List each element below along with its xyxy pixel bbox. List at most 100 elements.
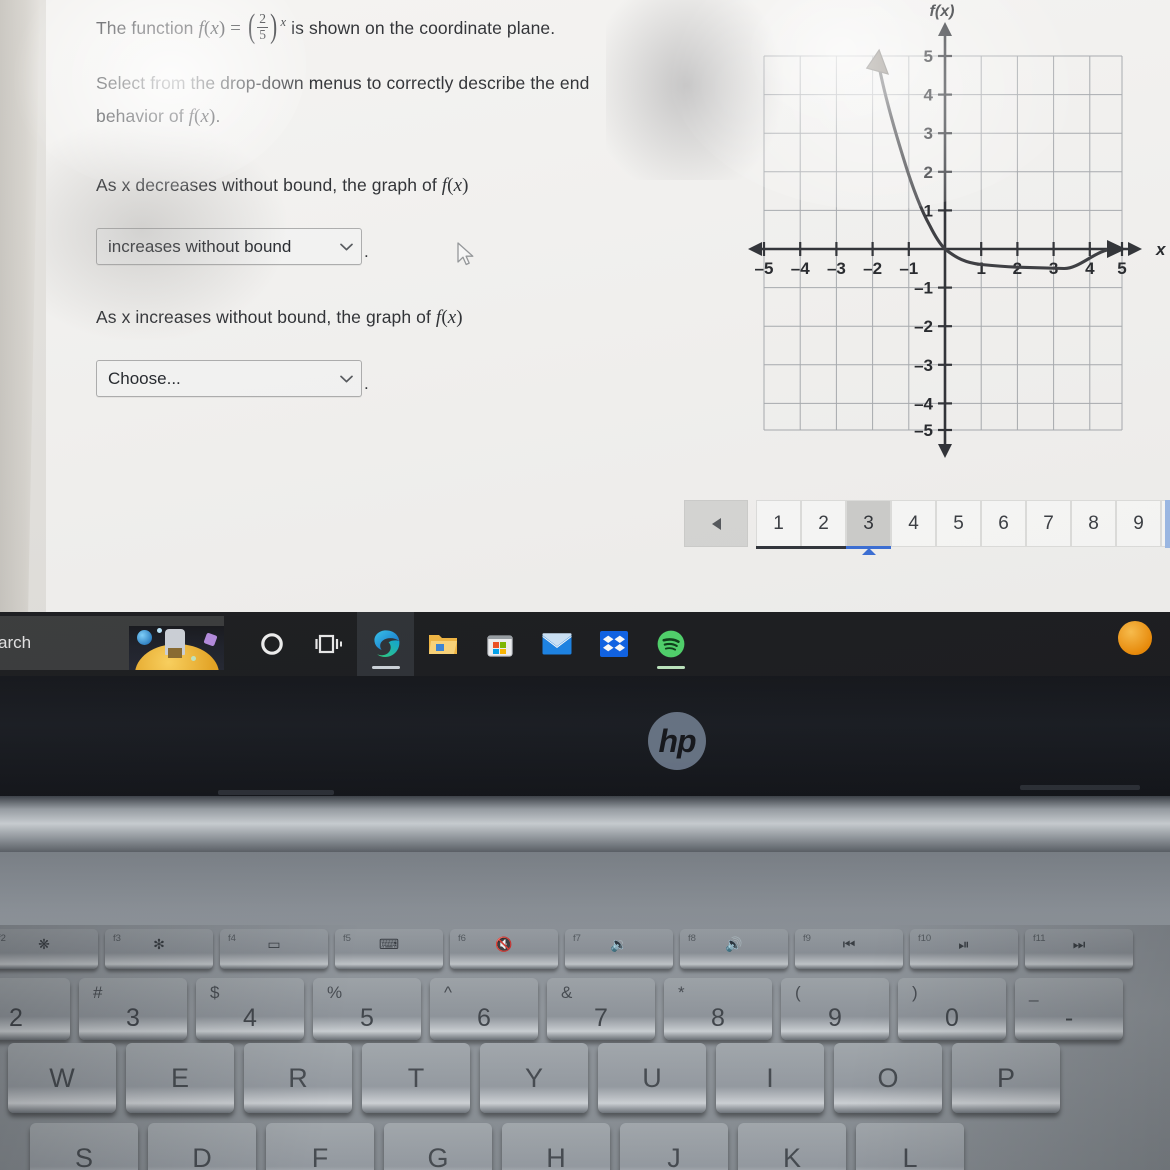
left-paren: (	[247, 8, 256, 45]
microsoft-store-icon	[486, 635, 513, 657]
pagination-page-3[interactable]: 3	[846, 500, 891, 555]
key-h[interactable]: H	[502, 1123, 610, 1170]
x-tick-label: –5	[755, 259, 774, 278]
taskbar-item-microsoft-store[interactable]	[471, 612, 528, 676]
pagination-page-2[interactable]: 2	[801, 500, 846, 549]
key-0[interactable]: ) 0	[898, 978, 1006, 1040]
function-curve	[877, 63, 1116, 271]
taskbar-item-task-view[interactable]	[300, 612, 357, 676]
y-tick-labels: 5 4 3 2 1 –1 –2 –3 –4 –5	[914, 47, 933, 440]
amber-circle-icon[interactable]	[1118, 621, 1152, 655]
dropdown-end-behavior-right[interactable]: Choose...	[96, 360, 362, 397]
key-7[interactable]: & 7	[547, 978, 655, 1040]
pagination-page-label: 9	[1133, 512, 1144, 534]
lunar-lander-icon	[165, 629, 185, 658]
pagination-page-9[interactable]: 9	[1116, 500, 1161, 547]
laptop-screen: The function f(x) = (2 5) x is shown on th…	[0, 0, 1170, 628]
key-6[interactable]: ^ 6	[430, 978, 538, 1040]
key-f11-label: f11	[1033, 933, 1046, 944]
dropdown-end-behavior-left[interactable]: increases without bound	[96, 228, 362, 265]
key-f4-glyph: ▭	[267, 936, 281, 952]
pagination-page-label: 7	[1043, 512, 1054, 534]
key-g[interactable]: G	[384, 1123, 492, 1170]
prompt-2: As x increases without bound, the graph …	[96, 301, 716, 334]
star-icon-2	[157, 628, 162, 633]
key-j[interactable]: J	[620, 1123, 728, 1170]
taskbar-item-edge[interactable]	[357, 612, 414, 676]
key-f3-glyph: ✻	[153, 936, 165, 952]
key-w[interactable]: W	[8, 1043, 116, 1113]
key-e[interactable]: E	[126, 1043, 234, 1113]
taskbar-item-cortana[interactable]	[243, 612, 300, 676]
key-y[interactable]: Y	[480, 1043, 588, 1113]
key-f11[interactable]: f11 ⏭	[1025, 929, 1133, 969]
key-p[interactable]: P	[952, 1043, 1060, 1113]
curve-arrow-right	[1107, 240, 1126, 258]
key-f[interactable]: F	[266, 1123, 374, 1170]
pagination-page-1[interactable]: 1	[756, 500, 801, 549]
key-0-sup: )	[912, 983, 918, 1002]
key-9[interactable]: ( 9	[781, 978, 889, 1040]
key-8[interactable]: * 8	[664, 978, 772, 1040]
key-f4[interactable]: f4 ▭	[220, 929, 328, 969]
equals-sign: =	[225, 18, 246, 39]
key-w-label: W	[49, 1062, 75, 1093]
taskbar-item-spotify[interactable]	[642, 612, 699, 676]
key-3[interactable]: # 3	[79, 978, 187, 1040]
laptop-keyboard: f2 ❋ f3 ✻ f4 ▭ f5 ⌨ f6 🔇 f7 🔉	[0, 925, 1170, 1170]
key-o[interactable]: O	[834, 1043, 942, 1113]
key-f8[interactable]: f8 🔊	[680, 929, 788, 969]
x-tick-label: –2	[863, 259, 882, 278]
dropdown-row-2: Choose... .	[96, 360, 716, 397]
pagination-page-7[interactable]: 7	[1026, 500, 1071, 547]
coordinate-plane-graph: –5 –4 –3 –2 –1 1 2 3 4 5 5 4 3 2 1 –1 –2…	[744, 0, 1170, 470]
key-f2[interactable]: f2 ❋	[0, 929, 98, 969]
key-s[interactable]: S	[30, 1123, 138, 1170]
function-arg-3: (x)	[447, 175, 469, 196]
pagination-page-label: 8	[1088, 512, 1099, 534]
pagination-page-8[interactable]: 8	[1071, 500, 1116, 547]
hinge-notch-right	[1020, 785, 1140, 790]
fraction-numerator: 2	[259, 11, 267, 27]
fraction-denominator: 5	[257, 26, 269, 42]
key-d[interactable]: D	[148, 1123, 256, 1170]
scrollbar[interactable]	[1165, 500, 1170, 548]
key-4-main: 4	[243, 1004, 257, 1032]
pagination-page-6[interactable]: 6	[981, 500, 1026, 547]
key-2[interactable]: @ 2	[0, 978, 70, 1040]
taskbar-search-thumbnail	[129, 626, 224, 670]
taskbar-search-box[interactable]: arch	[0, 616, 224, 670]
question-line-1: The function f(x) = (2 5) x is shown on th…	[96, 8, 716, 45]
key-f9[interactable]: f9 ⏮	[795, 929, 903, 969]
key-f5[interactable]: f5 ⌨	[335, 929, 443, 969]
key-r[interactable]: R	[244, 1043, 352, 1113]
y-tick-label: –2	[914, 317, 933, 336]
laptop-bottom-bezel	[0, 676, 1170, 796]
taskbar-icons	[243, 612, 699, 676]
key-t[interactable]: T	[362, 1043, 470, 1113]
prompt-1-text: As x decreases without bound, the graph …	[96, 175, 442, 195]
key-r-label: R	[288, 1062, 308, 1093]
dropdown-1-period: .	[364, 242, 369, 261]
key-f3[interactable]: f3 ✻	[105, 929, 213, 969]
key-u[interactable]: U	[598, 1043, 706, 1113]
key-f8-glyph: 🔊	[725, 936, 743, 952]
key-f7[interactable]: f7 🔉	[565, 929, 673, 969]
key-l[interactable]: L	[856, 1123, 964, 1170]
key-minus[interactable]: _ -	[1015, 978, 1123, 1040]
taskbar-item-file-explorer[interactable]	[414, 612, 471, 676]
key-f6[interactable]: f6 🔇	[450, 929, 558, 969]
pagination-page-5[interactable]: 5	[936, 500, 981, 547]
key-7-sup: &	[561, 983, 573, 1002]
key-f10[interactable]: f10 ⏯	[910, 929, 1018, 969]
key-5[interactable]: % 5	[313, 978, 421, 1040]
key-i[interactable]: I	[716, 1043, 824, 1113]
question-page: The function f(x) = (2 5) x is shown on th…	[6, 0, 1170, 612]
taskbar-item-mail[interactable]	[528, 612, 585, 676]
pagination-page-4[interactable]: 4	[891, 500, 936, 547]
key-k[interactable]: K	[738, 1123, 846, 1170]
key-4[interactable]: $ 4	[196, 978, 304, 1040]
x-tick-label: –3	[827, 259, 846, 278]
pagination-prev-button[interactable]	[684, 500, 748, 547]
taskbar-item-dropbox[interactable]	[585, 612, 642, 676]
